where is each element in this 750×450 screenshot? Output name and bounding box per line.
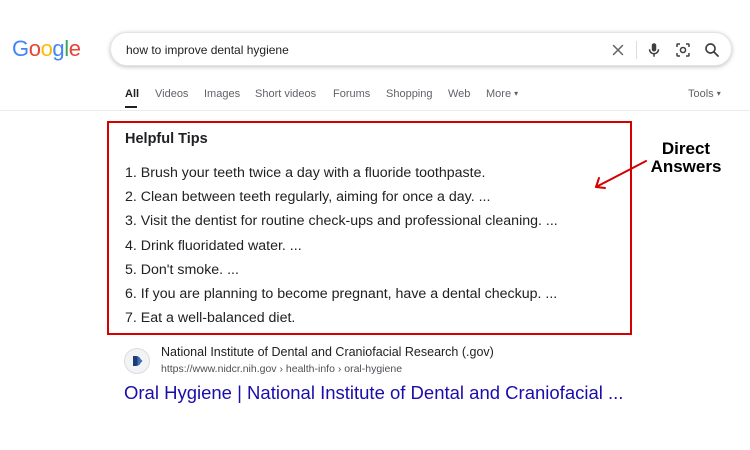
tips-list: 1. Brush your teeth twice a day with a f… (125, 161, 558, 330)
logo-letter: e (68, 36, 81, 61)
tools-button[interactable]: Tools ▾ (688, 88, 721, 100)
tab-forums[interactable]: Forums (333, 88, 370, 100)
list-item: 7. Eat a well-balanced diet. (125, 310, 296, 327)
tab-shopping[interactable]: Shopping (386, 88, 433, 100)
chevron-down-icon: ▾ (514, 89, 519, 98)
tab-more-label: More (486, 88, 512, 100)
annotation-arrow-icon (595, 160, 647, 189)
logo-letter: o (28, 36, 41, 61)
list-item: 1. Brush your teeth twice a day with a f… (125, 165, 486, 181)
tab-short-videos[interactable]: Short videos (255, 88, 316, 100)
tab-more[interactable]: More ▾ (486, 88, 518, 100)
list-item: 4. Drink fluoridated water. ... (125, 237, 302, 254)
result-title-link[interactable]: Oral Hygiene | National Institute of Den… (124, 382, 623, 404)
logo-letter: g (52, 36, 65, 61)
direct-answers-annotation: Direct Answers (636, 140, 736, 176)
search-icon[interactable] (703, 41, 721, 59)
microphone-icon[interactable] (645, 41, 663, 59)
google-logo[interactable]: Google (12, 36, 81, 62)
search-box (110, 32, 732, 66)
search-tabs: All Videos Images Short videos Forums Sh… (0, 86, 750, 108)
result-url[interactable]: https://www.nidcr.nih.gov › health-info … (161, 363, 402, 375)
nidcr-favicon-icon[interactable] (124, 348, 150, 374)
result-site-name[interactable]: National Institute of Dental and Craniof… (161, 345, 494, 359)
logo-letter: G (12, 36, 29, 61)
close-icon[interactable] (609, 41, 627, 59)
logo-letter: o (40, 36, 53, 61)
annotation-line: Answers (650, 157, 722, 176)
chevron-down-icon: ▾ (716, 89, 721, 98)
lens-icon[interactable] (674, 41, 692, 59)
list-item: 5. Don't smoke. ... (125, 261, 239, 278)
search-divider (636, 41, 637, 59)
tab-images[interactable]: Images (204, 88, 240, 100)
list-item: 2. Clean between teeth regularly, aiming… (125, 189, 491, 206)
snippet-title: Helpful Tips (125, 131, 208, 147)
featured-snippet: Helpful Tips 1. Brush your teeth twice a… (107, 121, 632, 335)
list-item: 6. If you are planning to become pregnan… (125, 285, 558, 302)
list-item: 3. Visit the dentist for routine check-u… (125, 213, 558, 230)
search-input[interactable] (126, 40, 596, 60)
active-tab-indicator (125, 106, 137, 108)
tab-videos[interactable]: Videos (155, 88, 188, 100)
tab-web[interactable]: Web (448, 88, 470, 100)
header-divider (0, 110, 750, 111)
annotation-line: Direct (661, 139, 711, 158)
tab-all[interactable]: All (125, 88, 139, 100)
tools-label: Tools (688, 88, 714, 100)
